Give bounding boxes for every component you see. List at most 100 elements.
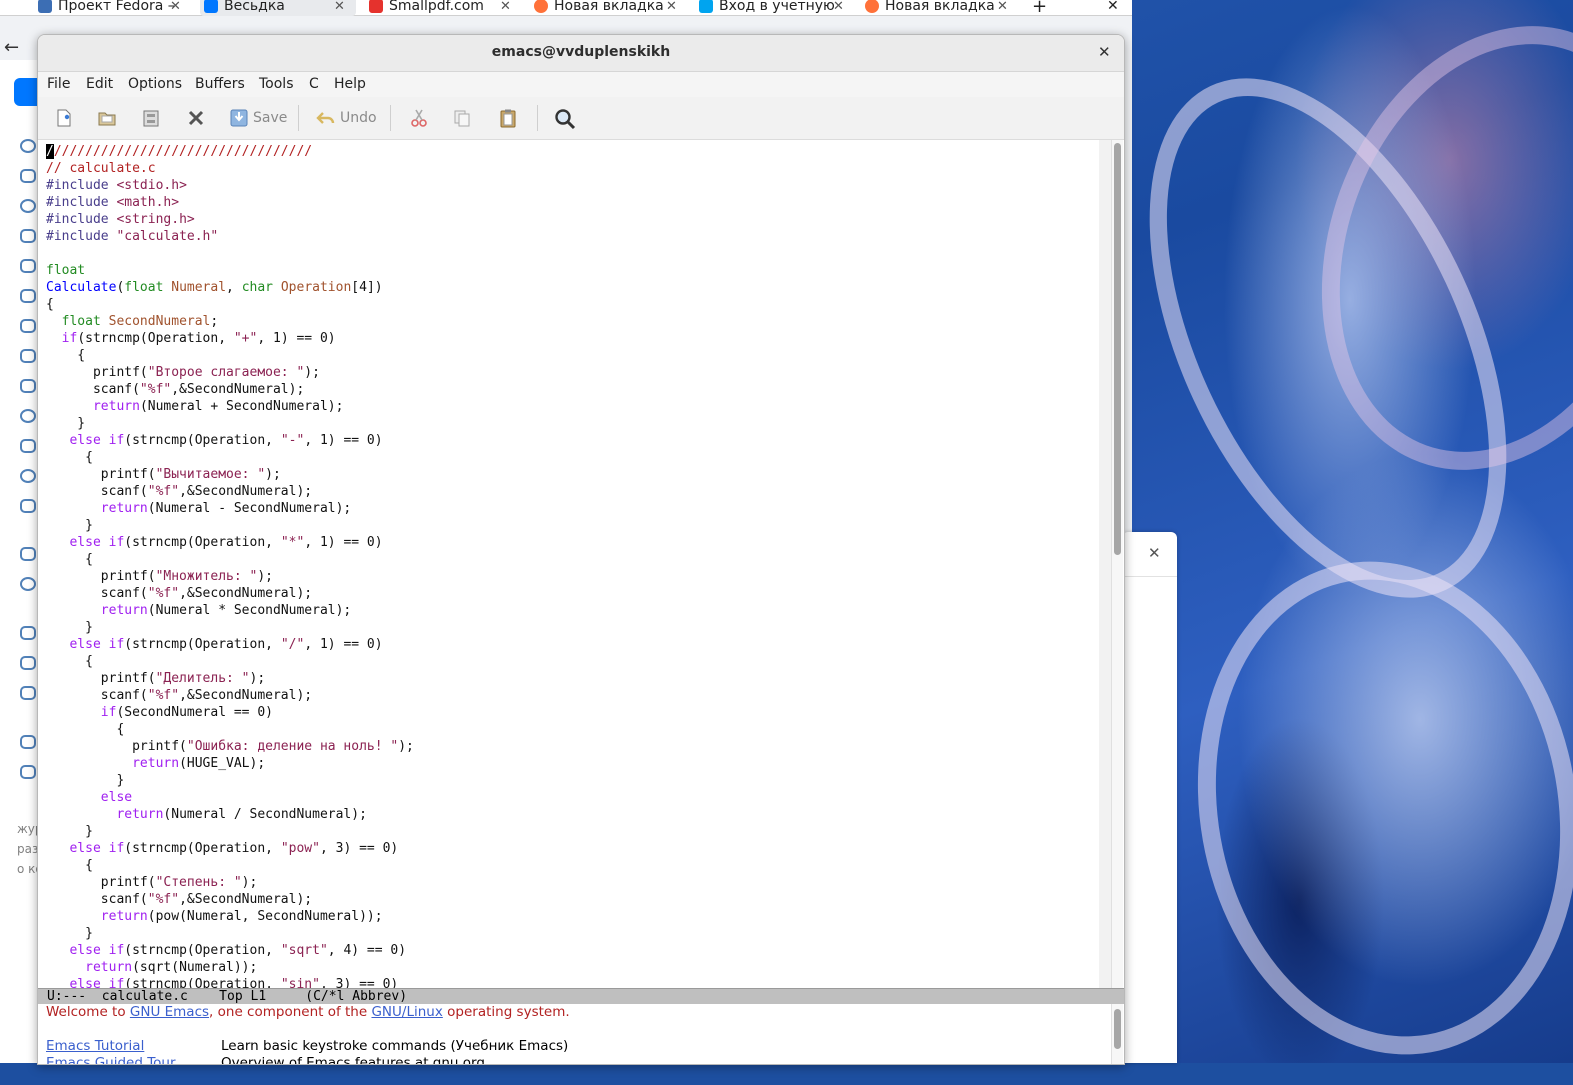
emacs-titlebar[interactable]: emacs@vvduplenskikh ✕ [38,35,1124,72]
calls-icon[interactable] [20,229,36,243]
market-icon[interactable] [20,499,36,513]
emacs-tutorial-link[interactable]: Emacs Tutorial [46,1038,221,1054]
code-line[interactable]: return(Numeral * SecondNumeral); [46,602,351,619]
close-icon[interactable]: ✕ [1148,544,1161,562]
guided-tour-link[interactable]: Emacs Guided Tour [46,1055,221,1064]
code-line[interactable]: #include <string.h> [46,211,195,228]
code-line[interactable]: } [46,925,93,942]
code-line[interactable]: } [46,772,124,789]
code-line[interactable]: return(Numeral / SecondNumeral); [46,806,366,823]
cut-button[interactable] [409,105,429,131]
close-icon[interactable]: ✕ [334,0,345,14]
news-icon[interactable] [20,169,36,183]
code-line[interactable]: float [46,262,85,279]
code-line[interactable]: return(pow(Numeral, SecondNumeral)); [46,908,383,925]
browser-close-button[interactable]: ✕ [1107,0,1123,16]
code-line[interactable]: #include <math.h> [46,194,179,211]
stickers-icon[interactable] [20,469,36,483]
friends-icon[interactable] [20,259,36,273]
dired-button[interactable] [141,105,161,131]
menu-file[interactable]: File [47,76,70,92]
code-line[interactable]: } [46,415,85,432]
code-line[interactable]: scanf("%f",&SecondNumeral); [46,381,304,398]
code-line[interactable]: float SecondNumeral; [46,313,219,330]
menu-buffers[interactable]: Buffers [195,76,245,92]
open-file-button[interactable] [97,105,117,131]
video-icon[interactable] [20,379,36,393]
code-line[interactable]: Calculate(float Numeral, char Operation[… [46,279,383,296]
code-editor[interactable]: //////////////////////////////////// cal… [38,140,1099,988]
code-line[interactable]: return(Numeral - SecondNumeral); [46,500,351,517]
communities-icon[interactable] [20,289,36,303]
code-line[interactable]: printf("Ошибка: деление на ноль! "); [46,738,414,755]
menu-c[interactable]: C [309,76,319,92]
code-line[interactable]: { [46,449,93,466]
code-line[interactable]: #include "calculate.h" [46,228,218,245]
files-icon[interactable] [20,656,36,670]
bookmarks-icon[interactable] [20,626,36,640]
code-line[interactable]: else [46,789,132,806]
code-line[interactable]: else if(strncmp(Operation, "pow", 3) == … [46,840,398,857]
menu-tools[interactable]: Tools [259,76,294,92]
code-line[interactable]: scanf("%f",&SecondNumeral); [46,585,312,602]
code-line[interactable]: return(HUGE_VAL); [46,755,265,772]
services-icon[interactable] [20,547,36,561]
games-icon[interactable] [20,439,36,453]
gnu-emacs-link[interactable]: GNU Emacs [130,1004,209,1020]
photos-icon[interactable] [20,319,36,333]
code-line[interactable]: scanf("%f",&SecondNumeral); [46,891,312,908]
startup-scrollbar[interactable] [1111,1004,1123,1064]
window-close-button[interactable]: ✕ [1098,43,1111,61]
code-line[interactable]: } [46,823,93,840]
back-button[interactable]: ← [4,37,19,58]
messages-icon[interactable] [20,199,36,213]
code-line[interactable]: #include <stdio.h> [46,177,187,194]
music-icon[interactable] [20,349,36,363]
tab-smallpdf[interactable]: Smallpdf.com ✕ [369,0,519,16]
close-icon[interactable]: ✕ [833,0,844,14]
close-icon[interactable]: ✕ [500,0,511,14]
menu-options[interactable]: Options [128,76,182,92]
new-tab-button[interactable]: + [1032,0,1052,16]
editor-scrollbar[interactable] [1111,140,1123,988]
code-line[interactable]: { [46,296,54,313]
gnu-linux-link[interactable]: GNU/Linux [371,1004,442,1020]
code-line[interactable]: } [46,517,93,534]
scrollbar-thumb[interactable] [1114,143,1121,555]
kill-buffer-button[interactable] [186,105,206,131]
menu-edit[interactable]: Edit [86,76,113,92]
code-line[interactable]: return(sqrt(Numeral)); [46,959,257,976]
close-icon[interactable]: ✕ [997,0,1008,14]
code-line[interactable]: { [46,857,93,874]
code-line[interactable]: else if(strncmp(Operation, "sqrt", 4) ==… [46,942,406,959]
tab-new-2[interactable]: Новая вкладка ✕ [865,0,1015,16]
code-line[interactable]: else if(strncmp(Operation, "*", 1) == 0) [46,534,382,551]
code-line[interactable]: scanf("%f",&SecondNumeral); [46,687,312,704]
profile-icon[interactable] [20,139,36,153]
paste-button[interactable] [498,105,518,131]
undo-button[interactable]: Undo [316,105,377,131]
code-line[interactable]: { [46,347,85,364]
search-button[interactable] [554,105,576,131]
code-line[interactable]: if(strncmp(Operation, "+", 1) == 0) [46,330,336,347]
code-line[interactable]: { [46,551,93,568]
tab-vk-chat[interactable]: Весьдка ✕ [200,0,356,16]
tab-new-1[interactable]: Новая вкладка ✕ [534,0,684,16]
code-line[interactable]: { [46,653,93,670]
code-line[interactable]: else if(strncmp(Operation, "sin", 3) == … [46,976,398,988]
tab-login[interactable]: Вход в учетную ✕ [699,0,849,16]
code-line[interactable]: } [46,619,93,636]
vk-logo[interactable] [14,78,38,106]
payments-icon[interactable] [20,577,36,591]
mode-line[interactable]: U:--- calculate.c Top L1 (C/*l Abbrev) [38,988,1124,1005]
code-line[interactable]: printf("Делитель: "); [46,670,265,687]
copy-button[interactable] [452,105,472,131]
close-icon[interactable]: ✕ [666,0,677,14]
code-line[interactable]: { [46,721,124,738]
scrollbar-thumb[interactable] [1114,1009,1121,1049]
ads-icon[interactable] [20,686,36,700]
code-line[interactable]: ////////////////////////////////// [46,143,312,160]
code-line[interactable]: printf("Множитель: "); [46,568,273,585]
code-line[interactable]: return(Numeral + SecondNumeral); [46,398,343,415]
code-line[interactable]: else if(strncmp(Operation, "/", 1) == 0) [46,636,382,653]
